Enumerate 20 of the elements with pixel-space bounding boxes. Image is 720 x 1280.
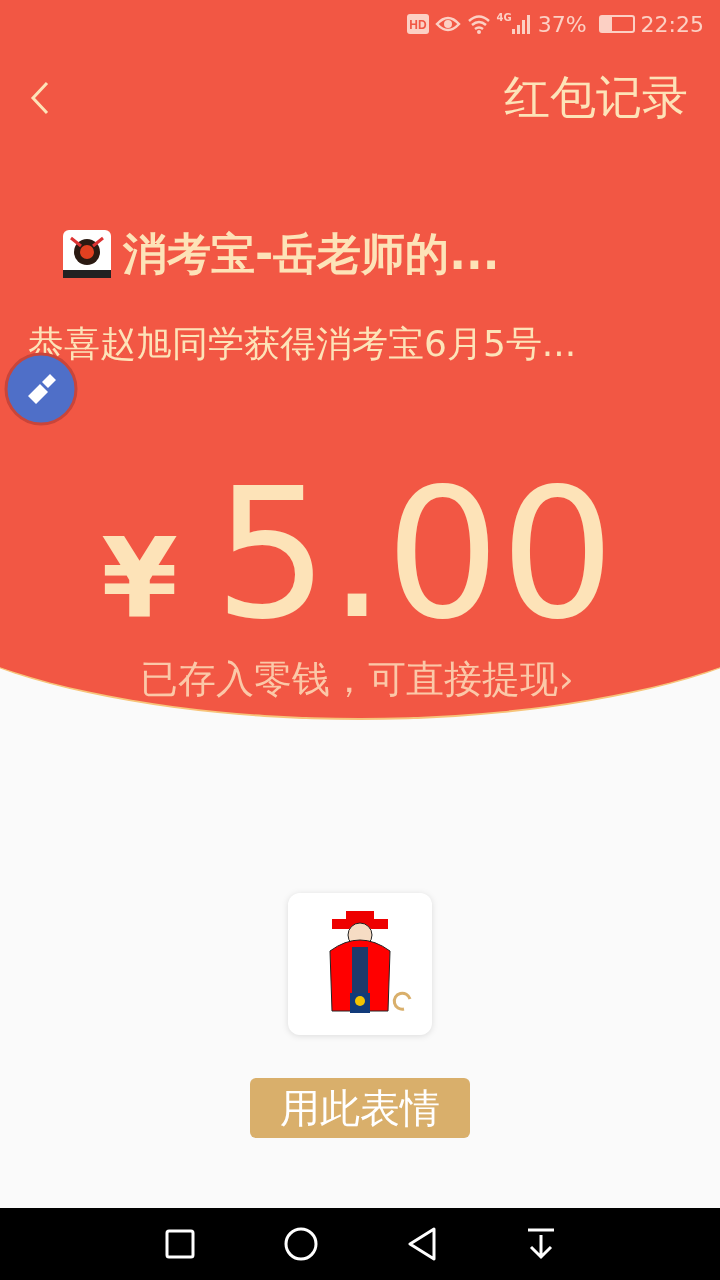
signal-icon [511, 14, 532, 34]
battery-percent: 37% [537, 11, 587, 37]
clock: 22:25 [640, 11, 704, 37]
sender-name: 消考宝-岳老师的... [123, 226, 500, 281]
hd-icon: HD [406, 14, 429, 34]
back-icon[interactable] [30, 81, 50, 115]
records-link[interactable]: 红包记录 [504, 67, 688, 129]
network-type: 4G [496, 12, 512, 23]
wallet-link[interactable]: 已存入零钱，可直接提现› [140, 654, 574, 705]
recent-apps-icon[interactable] [164, 1229, 195, 1259]
notification-shade-icon[interactable] [525, 1227, 556, 1261]
back-nav-icon[interactable] [406, 1227, 437, 1261]
eye-icon [434, 14, 461, 34]
battery-icon [598, 15, 635, 33]
wifi-icon [466, 14, 491, 34]
home-icon[interactable] [283, 1227, 318, 1261]
amount-value: 5.00 [213, 464, 615, 644]
use-sticker-button[interactable]: 用此表情 [250, 1078, 470, 1138]
app-logo-icon [63, 230, 111, 278]
currency-symbol: ¥ [101, 523, 178, 633]
